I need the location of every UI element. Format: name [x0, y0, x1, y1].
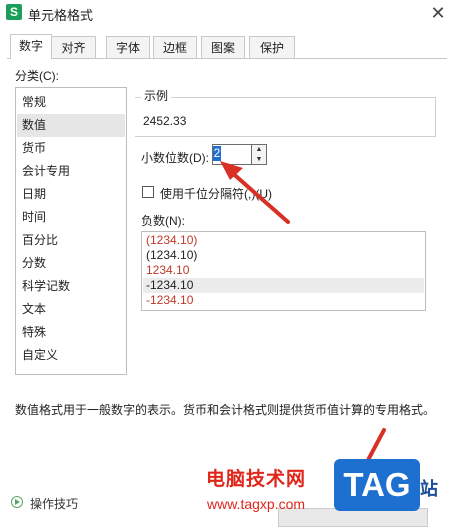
category-item-general[interactable]: 常规: [17, 91, 125, 114]
negative-option-red[interactable]: 1234.10: [143, 263, 424, 278]
app-icon: S: [6, 4, 22, 20]
tab-divider: [7, 58, 447, 59]
negative-option-parens[interactable]: (1234.10): [143, 248, 424, 263]
watermark-logo: TAG: [334, 459, 420, 511]
category-item-percentage[interactable]: 百分比: [17, 229, 125, 252]
category-item-scientific[interactable]: 科学记数: [17, 275, 125, 298]
spin-up-icon[interactable]: ▲: [252, 145, 266, 154]
watermark-title: 电脑技术网: [206, 469, 307, 490]
format-description: 数值格式用于一般数字的表示。货币和会计格式则提供货币值计算的专用格式。: [15, 403, 436, 417]
thousands-separator-label[interactable]: 使用千位分隔符(,)(U): [160, 185, 272, 202]
category-label: 分类(C):: [15, 69, 59, 83]
tips-link[interactable]: 操作技巧: [30, 495, 78, 512]
decimal-places-spinner[interactable]: ▲ ▼: [251, 144, 267, 165]
negative-numbers-label: 负数(N):: [141, 214, 185, 228]
tab-border[interactable]: 边框: [153, 36, 197, 59]
tab-alignment[interactable]: 对齐: [51, 36, 96, 59]
category-item-custom[interactable]: 自定义: [17, 344, 125, 367]
window-title: 单元格格式: [28, 8, 94, 23]
decimal-places-value[interactable]: 2: [213, 146, 221, 161]
decimal-places-label: 小数位数(D):: [141, 151, 209, 165]
negative-option-minus[interactable]: -1234.10: [143, 278, 424, 293]
category-item-number[interactable]: 数值: [17, 114, 125, 137]
category-item-accounting[interactable]: 会计专用: [17, 160, 125, 183]
tab-number[interactable]: 数字: [10, 34, 52, 59]
thousands-separator-checkbox[interactable]: [142, 186, 154, 198]
negative-numbers-list[interactable]: (1234.10) (1234.10) 1234.10 -1234.10 -12…: [141, 231, 426, 311]
watermark-url: www.tagxp.com: [207, 496, 306, 512]
spin-down-icon[interactable]: ▼: [252, 155, 266, 164]
category-item-fraction[interactable]: 分数: [17, 252, 125, 275]
category-list[interactable]: 常规 数值 货币 会计专用 日期 时间 百分比 分数 科学记数 文本 特殊 自定…: [15, 87, 127, 375]
close-icon[interactable]: ✕: [426, 1, 450, 25]
category-item-text[interactable]: 文本: [17, 298, 125, 321]
category-item-time[interactable]: 时间: [17, 206, 125, 229]
sample-label: 示例: [141, 87, 172, 104]
watermark-side-text: 站: [420, 479, 438, 499]
sample-value: 2452.33: [143, 114, 187, 128]
tab-pattern[interactable]: 图案: [201, 36, 245, 59]
tab-protection[interactable]: 保护: [249, 36, 295, 59]
category-item-special[interactable]: 特殊: [17, 321, 125, 344]
tips-icon[interactable]: [11, 496, 23, 508]
negative-option-red-parens[interactable]: (1234.10): [143, 233, 424, 248]
tab-font[interactable]: 字体: [106, 36, 150, 59]
negative-option-red-minus[interactable]: -1234.10: [143, 293, 424, 308]
category-item-date[interactable]: 日期: [17, 183, 125, 206]
category-item-currency[interactable]: 货币: [17, 137, 125, 160]
